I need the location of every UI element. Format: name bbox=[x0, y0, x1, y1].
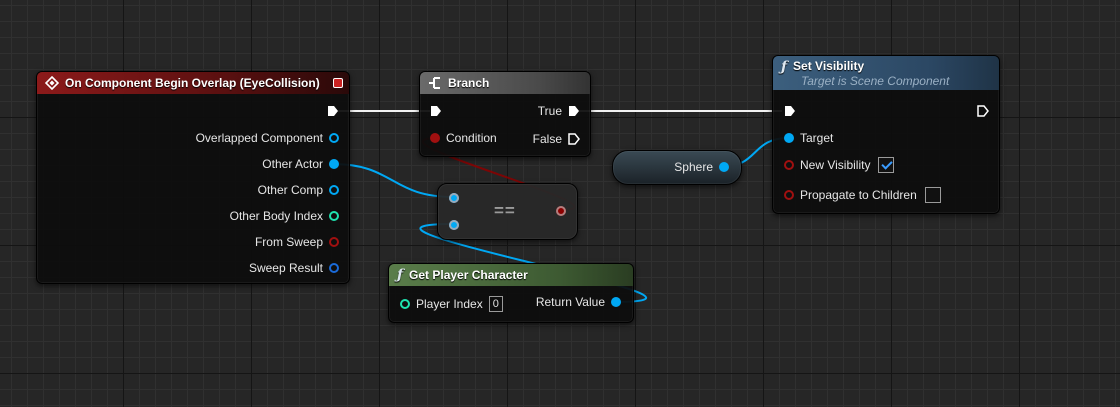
pin-label-from-sweep: From Sweep bbox=[254, 235, 323, 249]
event-diamond-icon bbox=[45, 76, 59, 90]
set-visibility-exec-in[interactable] bbox=[784, 105, 796, 117]
struct-pin-icon[interactable] bbox=[329, 263, 339, 273]
event-node-header[interactable]: On Component Begin Overlap (EyeCollision… bbox=[37, 72, 349, 94]
object-pin-icon[interactable] bbox=[784, 133, 794, 143]
new-visibility-checkbox[interactable] bbox=[878, 157, 895, 173]
get-player-character-header[interactable]: ƒ Get Player Character bbox=[389, 264, 633, 286]
target-label: Target bbox=[800, 131, 834, 145]
event-node-title: On Component Begin Overlap (EyeCollision… bbox=[65, 76, 320, 90]
branch-node[interactable]: Branch True Condition False bbox=[419, 71, 591, 157]
propagate-label: Propagate to Children bbox=[800, 188, 917, 202]
object-pin-icon[interactable] bbox=[329, 133, 339, 143]
pin-other-comp[interactable]: Other Comp bbox=[258, 183, 339, 197]
branch-true-label: True bbox=[537, 104, 562, 118]
branch-condition-pin[interactable]: Condition bbox=[430, 131, 497, 145]
branch-false-label: False bbox=[532, 132, 562, 146]
player-index-pin[interactable]: Player Index 0 bbox=[400, 296, 503, 312]
object-pin-icon[interactable] bbox=[719, 162, 729, 172]
int-pin-icon[interactable] bbox=[400, 299, 410, 309]
set-visibility-title: Set Visibility bbox=[793, 59, 865, 73]
exec-out-pin-icon[interactable] bbox=[568, 133, 580, 145]
return-value-pin[interactable]: Return Value bbox=[536, 295, 621, 309]
exec-out-pin-icon[interactable] bbox=[568, 105, 580, 117]
pin-label-other-actor: Other Actor bbox=[262, 157, 323, 171]
get-player-character-title: Get Player Character bbox=[409, 268, 528, 282]
propagate-pin[interactable]: Propagate to Children bbox=[784, 187, 941, 203]
pin-label-other-body-index: Other Body Index bbox=[229, 209, 323, 223]
get-player-character-node[interactable]: ƒ Get Player Character Player Index 0 Re… bbox=[388, 263, 634, 323]
object-pin-icon[interactable] bbox=[449, 220, 459, 230]
set-visibility-subtitle: Target is Scene Component bbox=[801, 74, 950, 88]
target-pin[interactable]: Target bbox=[784, 131, 833, 145]
object-wire-actor-to-equal bbox=[331, 163, 455, 198]
object-pin-icon[interactable] bbox=[449, 193, 459, 203]
pin-other-body-index[interactable]: Other Body Index bbox=[230, 209, 339, 223]
branch-node-title: Branch bbox=[448, 76, 490, 90]
branch-exec-in[interactable] bbox=[430, 105, 442, 117]
object-pin-icon[interactable] bbox=[329, 185, 339, 195]
player-index-label: Player Index bbox=[416, 297, 483, 311]
bool-pin-icon[interactable] bbox=[329, 237, 339, 247]
branch-icon bbox=[429, 77, 440, 89]
event-node-begin-overlap[interactable]: On Component Begin Overlap (EyeCollision… bbox=[36, 71, 350, 284]
set-visibility-header[interactable]: ƒ Set Visibility Target is Scene Compone… bbox=[773, 56, 999, 90]
player-index-input[interactable]: 0 bbox=[488, 296, 503, 312]
branch-node-header[interactable]: Branch bbox=[420, 72, 590, 94]
pin-sweep-result[interactable]: Sweep Result bbox=[249, 261, 339, 275]
new-visibility-label: New Visibility bbox=[800, 158, 871, 172]
event-exec-out[interactable] bbox=[327, 105, 339, 117]
delegate-stop-icon[interactable] bbox=[333, 78, 343, 88]
pin-label-sweep-result: Sweep Result bbox=[248, 261, 323, 275]
object-pin-icon[interactable] bbox=[329, 159, 339, 169]
bool-pin-icon[interactable] bbox=[430, 133, 440, 143]
exec-out-pin-icon[interactable] bbox=[977, 105, 989, 117]
exec-in-pin-icon[interactable] bbox=[430, 105, 442, 117]
equal-operator-label: == bbox=[494, 201, 516, 220]
equal-node[interactable]: == bbox=[437, 183, 578, 240]
sphere-variable-node[interactable]: Sphere bbox=[612, 150, 742, 185]
propagate-checkbox[interactable] bbox=[924, 187, 941, 203]
function-icon: ƒ bbox=[781, 59, 788, 75]
sphere-output-pin[interactable]: Sphere bbox=[674, 160, 729, 174]
set-visibility-exec-out[interactable] bbox=[977, 105, 989, 117]
pin-overlapped-component[interactable]: Overlapped Component bbox=[196, 131, 339, 145]
int-pin-icon[interactable] bbox=[329, 211, 339, 221]
branch-false-pin[interactable]: False bbox=[533, 132, 580, 146]
exec-in-pin-icon[interactable] bbox=[784, 105, 796, 117]
function-icon: ƒ bbox=[397, 267, 404, 283]
set-visibility-node[interactable]: ƒ Set Visibility Target is Scene Compone… bbox=[772, 55, 1000, 214]
bool-pin-icon[interactable] bbox=[556, 206, 566, 216]
branch-true-pin[interactable]: True bbox=[538, 104, 580, 118]
pin-from-sweep[interactable]: From Sweep bbox=[255, 235, 339, 249]
bool-pin-icon[interactable] bbox=[784, 160, 794, 170]
branch-condition-label: Condition bbox=[446, 131, 497, 145]
exec-out-pin-icon[interactable] bbox=[327, 105, 339, 117]
return-value-label: Return Value bbox=[535, 295, 605, 309]
bool-pin-icon[interactable] bbox=[784, 190, 794, 200]
pin-other-actor[interactable]: Other Actor bbox=[262, 157, 339, 171]
new-visibility-pin[interactable]: New Visibility bbox=[784, 157, 895, 173]
pin-label-other-comp: Other Comp bbox=[257, 183, 323, 197]
sphere-label: Sphere bbox=[674, 160, 713, 174]
pin-label-overlapped-component: Overlapped Component bbox=[195, 131, 323, 145]
object-pin-icon[interactable] bbox=[611, 297, 621, 307]
